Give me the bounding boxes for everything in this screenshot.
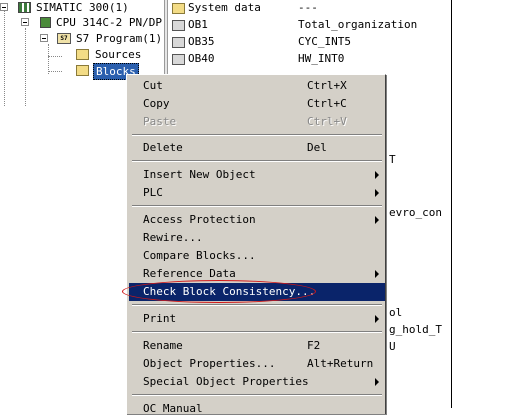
menu-item-check-block-consistency[interactable]: Check Block Consistency... [129, 283, 385, 301]
menu-item-label: Print [143, 312, 177, 325]
submenu-arrow-icon [375, 171, 379, 179]
block-symbol: CYC_INT5 [298, 35, 351, 48]
menu-item-rename[interactable]: Rename F2 [129, 337, 385, 355]
window-background [451, 0, 517, 408]
menu-item-insert-new-object[interactable]: Insert New Object [129, 166, 385, 184]
menu-item-label: Check Block Consistency... [143, 285, 316, 298]
menu-item-compare-blocks[interactable]: Compare Blocks... [129, 247, 385, 265]
menu-item-shortcut: Ctrl+V [307, 115, 347, 128]
menu-item-label: Paste [143, 115, 177, 128]
partial-symbol-text: g_hold_T [389, 323, 442, 336]
menu-item-label: Copy [143, 97, 170, 110]
menu-separator [132, 331, 382, 333]
partial-symbol-text: ol [389, 306, 403, 319]
list-item[interactable]: OB35 CYC_INT5 [168, 34, 451, 50]
folder-icon [76, 49, 89, 60]
menu-item-print[interactable]: Print [129, 310, 385, 328]
menu-item-rewire[interactable]: Rewire... [129, 229, 385, 247]
collapse-toggle[interactable] [40, 34, 48, 42]
menu-item-label: Access Protection [143, 213, 256, 226]
menu-item-label: Rewire... [143, 231, 203, 244]
menu-item-label: Delete [143, 141, 183, 154]
block-name: System data [188, 1, 261, 14]
menu-item-label: Rename [143, 339, 183, 352]
tree-item-sources[interactable]: Sources [0, 47, 164, 62]
menu-item-special-object-properties[interactable]: Special Object Properties [129, 373, 385, 391]
menu-separator [132, 304, 382, 306]
block-symbol: --- [298, 1, 318, 14]
blocks-folder-icon [76, 65, 89, 76]
menu-item-paste[interactable]: Paste Ctrl+V [129, 113, 385, 131]
menu-item-label: PLC [143, 186, 163, 199]
menu-item-label: Reference Data [143, 267, 236, 280]
menu-item-shortcut: F2 [307, 339, 321, 352]
menu-item-label: OC Manual [143, 402, 203, 415]
menu-item-object-properties[interactable]: Object Properties... Alt+Return [129, 355, 385, 373]
menu-separator [132, 160, 382, 162]
list-item[interactable]: System data --- [168, 0, 451, 16]
tree-item-label: S7 Program(1) [76, 32, 163, 45]
menu-separator [132, 205, 382, 207]
tree-item-cpu[interactable]: CPU 314C-2 PN/DP [0, 15, 164, 30]
menu-item-delete[interactable]: Delete Del [129, 139, 385, 157]
block-symbol: Total_organization [298, 18, 418, 31]
cpu-icon [40, 17, 51, 28]
tree-item-label: SIMATIC 300(1) [36, 1, 129, 14]
block-icon [172, 54, 185, 65]
s7-program-icon: S7 [57, 33, 71, 44]
partial-symbol-text: T [389, 153, 396, 166]
system-data-icon [172, 3, 185, 14]
menu-separator [132, 394, 382, 396]
tree-item-s7-program[interactable]: S7 S7 Program(1) [0, 31, 164, 46]
menu-item-label: Special Object Properties [143, 375, 309, 388]
block-name: OB40 [188, 52, 215, 65]
submenu-arrow-icon [375, 216, 379, 224]
menu-item-label: Insert New Object [143, 168, 256, 181]
list-item[interactable]: OB40 HW_INT0 [168, 51, 451, 67]
partial-symbol-text: evro_con [389, 206, 442, 219]
list-item[interactable]: OB1 Total_organization [168, 17, 451, 33]
block-icon [172, 37, 185, 48]
tree-item-label: Sources [95, 48, 142, 61]
menu-item-shortcut: Alt+Return [307, 357, 374, 370]
submenu-arrow-icon [375, 315, 379, 323]
tree-item-label: CPU 314C-2 PN/DP [56, 16, 162, 29]
menu-item-oc-manual[interactable]: OC Manual [129, 400, 385, 418]
menu-item-label: Compare Blocks... [143, 249, 256, 262]
menu-separator [132, 134, 382, 136]
submenu-arrow-icon [375, 189, 379, 197]
menu-item-copy[interactable]: Copy Ctrl+C [129, 95, 385, 113]
submenu-arrow-icon [375, 378, 379, 386]
collapse-toggle[interactable] [0, 3, 8, 11]
menu-item-cut[interactable]: Cut Ctrl+X [129, 77, 385, 95]
menu-item-label: Object Properties... [143, 357, 276, 370]
tree-item-station[interactable]: SIMATIC 300(1) [0, 0, 164, 15]
block-name: OB1 [188, 18, 208, 31]
submenu-arrow-icon [375, 270, 379, 278]
menu-item-label: Cut [143, 79, 163, 92]
collapse-toggle[interactable] [21, 18, 29, 26]
menu-item-shortcut: Ctrl+X [307, 79, 347, 92]
station-icon [18, 2, 31, 13]
menu-item-plc[interactable]: PLC [129, 184, 385, 202]
partial-symbol-text: U [389, 340, 396, 353]
block-name: OB35 [188, 35, 215, 48]
menu-item-access-protection[interactable]: Access Protection [129, 211, 385, 229]
block-symbol: HW_INT0 [298, 52, 345, 65]
menu-item-shortcut: Ctrl+C [307, 97, 347, 110]
block-icon [172, 20, 185, 31]
menu-item-reference-data[interactable]: Reference Data [129, 265, 385, 283]
context-menu: Cut Ctrl+X Copy Ctrl+C Paste Ctrl+V Dele… [126, 74, 386, 415]
menu-item-shortcut: Del [307, 141, 327, 154]
